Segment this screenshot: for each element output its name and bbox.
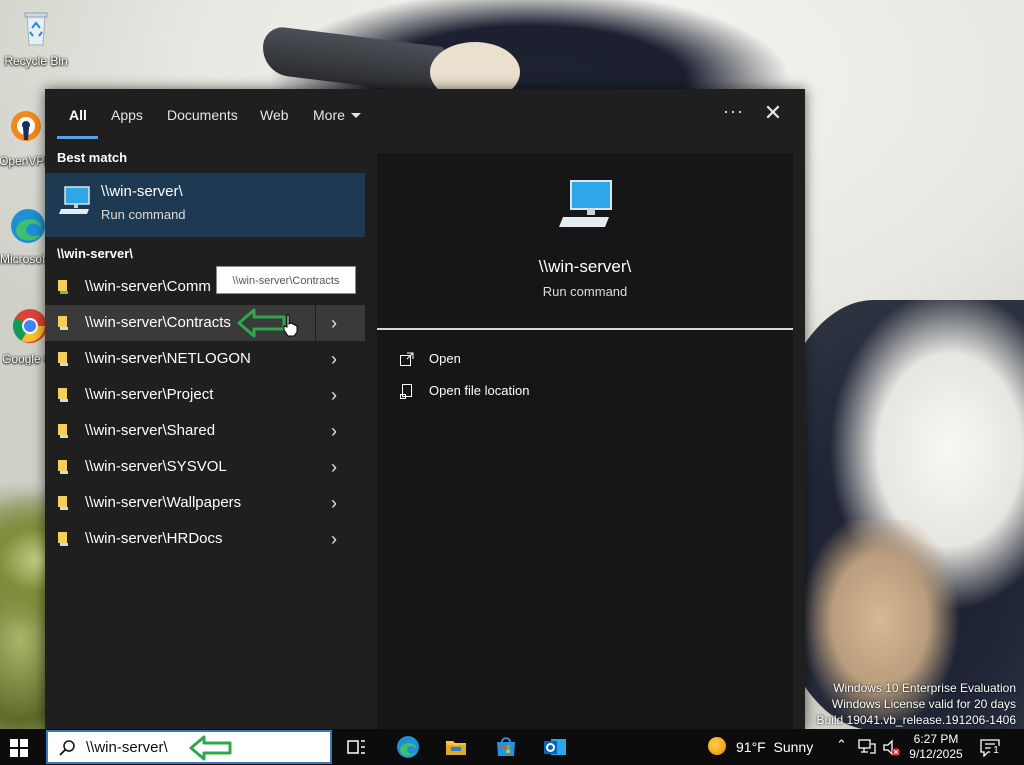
tooltip: \\win-server\Contracts [216,266,356,294]
chevron-right-icon[interactable]: › [331,313,347,333]
network-icon[interactable] [858,739,876,755]
taskbar-search-box[interactable]: \\win-server\ [46,730,332,764]
desktop-icon-label: Recycle Bin [4,54,68,68]
best-match-title: \\win-server\ [101,183,183,200]
result-label: \\win-server\Comm [85,278,211,295]
microsoft-store-icon[interactable] [494,735,518,759]
network-folder-icon [58,496,68,510]
file-location-icon [400,384,412,399]
taskbar: \\win-server\ 91°F Sunny ⌃ 6:27 PM 9/12/… [0,729,1024,765]
result-row[interactable]: \\win-server\Wallpapers › [45,485,365,521]
tab-apps[interactable]: Apps [111,107,143,123]
watermark-line: Windows 10 Enterprise Evaluation [833,681,1016,695]
weather-condition: Sunny [773,739,814,755]
result-label: \\win-server\NETLOGON [85,350,251,367]
annotation-arrow-icon [237,308,286,338]
recycle-bin-icon [24,12,48,46]
result-label: \\win-server\SYSVOL [85,458,227,475]
edge-taskbar-icon[interactable] [396,735,420,759]
chevron-right-icon[interactable]: › [331,493,347,513]
result-label: \\win-server\Wallpapers [85,494,242,511]
network-folder-icon [58,460,68,474]
detail-subtitle: Run command [542,284,628,299]
task-view-icon[interactable] [345,735,369,759]
tab-more-label: More [313,107,345,123]
watermark-line: Windows License valid for 20 days [831,697,1016,711]
sun-icon [708,737,726,755]
chevron-down-icon [350,113,361,118]
volume-muted-icon[interactable] [882,739,902,757]
result-row[interactable]: \\win-server\NETLOGON › [45,341,365,377]
result-label: \\win-server\HRDocs [85,530,223,547]
outlook-icon[interactable] [543,735,567,759]
chevron-right-icon[interactable]: › [331,457,347,477]
watermark-line: Build 19041.vb_release.191206-1406 [816,713,1017,727]
system-clock[interactable]: 6:27 PM 9/12/2025 [900,732,972,762]
edge-icon [11,209,45,243]
best-match-heading: Best match [57,150,128,165]
results-list: Best match \\win-server\ Run command \\w… [45,139,365,729]
chevron-right-icon[interactable]: › [331,349,347,369]
desktop-icon-recycle-bin[interactable]: Recycle Bin [0,8,72,68]
network-folder-icon [58,532,68,546]
openvpn-icon [11,111,41,141]
network-folder-icon [58,424,68,438]
chevron-right-icon[interactable]: › [331,421,347,441]
network-folder-icon [58,352,68,366]
windows-start-icon[interactable] [10,739,28,757]
best-match-subtitle: Run command [101,207,186,222]
network-folder-icon [58,280,68,294]
open-file-location-label: Open file location [429,383,530,398]
result-row[interactable]: \\win-server\Project › [45,377,365,413]
detail-separator [377,328,793,330]
result-label: \\win-server\Contracts [85,314,231,331]
chevron-right-icon[interactable]: › [331,529,347,549]
result-row[interactable]: \\win-server\HRDocs › [45,521,365,557]
notifications-button[interactable]: 1 [980,739,1002,758]
clock-date: 9/12/2025 [909,747,963,761]
search-tabs: All Apps Documents Web More ··· ✕ [45,89,805,139]
hand-cursor-icon [283,314,298,337]
more-options-button[interactable]: ··· [723,101,744,122]
open-action-label: Open [429,351,461,366]
tab-documents[interactable]: Documents [167,107,238,123]
best-match-item[interactable]: \\win-server\ Run command [45,173,365,237]
search-panel: All Apps Documents Web More ··· ✕ Best m… [45,89,805,729]
tab-web[interactable]: Web [260,107,289,123]
result-row[interactable]: \\win-server\SYSVOL › [45,449,365,485]
chevron-up-icon[interactable]: ⌃ [836,737,847,753]
windows-activation-watermark: Windows 10 Enterprise Evaluation Windows… [817,680,1017,728]
tab-all[interactable]: All [69,107,87,123]
annotation-arrow-icon [189,735,232,761]
tab-more[interactable]: More [313,107,361,123]
open-icon [400,352,414,366]
detail-title: \\win-server\ [538,257,632,276]
network-folder-icon [58,316,68,330]
search-icon [59,740,75,756]
search-input[interactable]: \\win-server\ [86,739,168,756]
notification-count: 1 [990,745,1002,757]
result-label: \\win-server\Project [85,386,214,403]
detail-pane: \\win-server\ Run command Open Open file… [377,153,793,729]
computer-icon [559,180,612,227]
weather-widget[interactable]: 91°F Sunny [708,737,813,755]
close-icon[interactable]: ✕ [761,101,785,125]
row-divider [315,305,316,341]
chevron-right-icon[interactable]: › [331,385,347,405]
clock-time: 6:27 PM [913,732,959,746]
network-folder-icon [58,388,68,402]
chrome-icon [13,309,47,343]
group-heading: \\win-server\ [57,246,133,261]
computer-icon [59,186,90,214]
result-label: \\win-server\Shared [85,422,216,439]
result-row[interactable]: \\win-server\Shared › [45,413,365,449]
result-row[interactable]: \\win-server\Contracts › [45,305,365,341]
file-explorer-icon[interactable] [444,735,468,759]
weather-temp: 91°F [736,739,766,755]
